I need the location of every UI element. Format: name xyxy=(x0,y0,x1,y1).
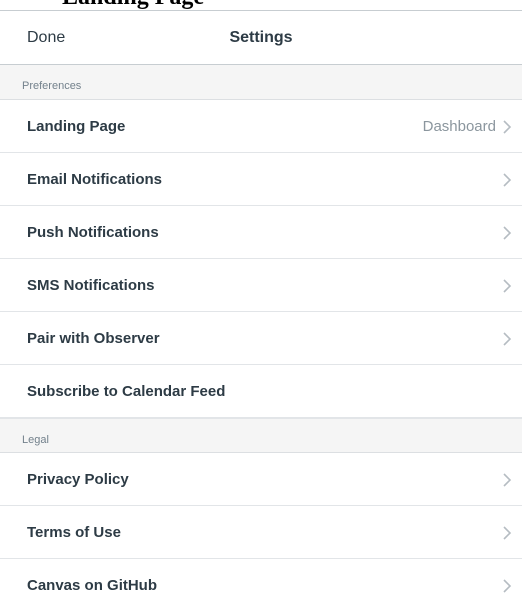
row-label: Subscribe to Calendar Feed xyxy=(27,383,226,400)
row-label: SMS Notifications xyxy=(27,277,155,294)
section-title: Legal xyxy=(22,434,49,446)
row-label: Push Notifications xyxy=(27,224,159,241)
row-label: Canvas on GitHub xyxy=(27,577,158,594)
settings-row-sms-notifications[interactable]: SMS Notifications xyxy=(0,259,522,312)
settings-row-terms-of-use[interactable]: Terms of Use xyxy=(0,506,522,559)
nav-title: Settings xyxy=(229,29,293,46)
settings-row-email-notifications[interactable]: Email Notifications xyxy=(0,153,522,206)
settings-row-privacy-policy[interactable]: Privacy Policy xyxy=(0,453,522,506)
row-value: Dashboard xyxy=(422,118,496,135)
page-title: Landing Page xyxy=(62,0,204,10)
clipped-page-title: Landing Page xyxy=(0,0,522,10)
chevron-right-icon xyxy=(503,526,512,540)
chevron-right-icon xyxy=(503,173,512,187)
settings-row-push-notifications[interactable]: Push Notifications xyxy=(0,206,522,259)
navigation-bar: Done Settings xyxy=(0,10,522,65)
row-label: Email Notifications xyxy=(27,171,163,188)
settings-row-canvas-github[interactable]: Canvas on GitHub xyxy=(0,559,522,612)
row-label: Landing Page xyxy=(27,118,126,135)
chevron-right-icon xyxy=(503,579,512,593)
chevron-right-icon xyxy=(503,332,512,346)
row-label: Pair with Observer xyxy=(27,330,160,347)
row-label: Terms of Use xyxy=(27,524,121,541)
section-header-legal: Legal xyxy=(0,418,522,453)
section-header-preferences: Preferences xyxy=(0,65,522,100)
chevron-right-icon xyxy=(503,279,512,293)
chevron-right-icon xyxy=(503,226,512,240)
chevron-right-icon xyxy=(503,473,512,487)
settings-row-pair-with-observer[interactable]: Pair with Observer xyxy=(0,312,522,365)
chevron-right-icon xyxy=(503,120,512,134)
settings-row-subscribe-calendar[interactable]: Subscribe to Calendar Feed xyxy=(0,365,522,418)
section-title: Preferences xyxy=(22,80,82,92)
settings-row-landing-page[interactable]: Landing Page Dashboard xyxy=(0,100,522,153)
row-label: Privacy Policy xyxy=(27,471,129,488)
